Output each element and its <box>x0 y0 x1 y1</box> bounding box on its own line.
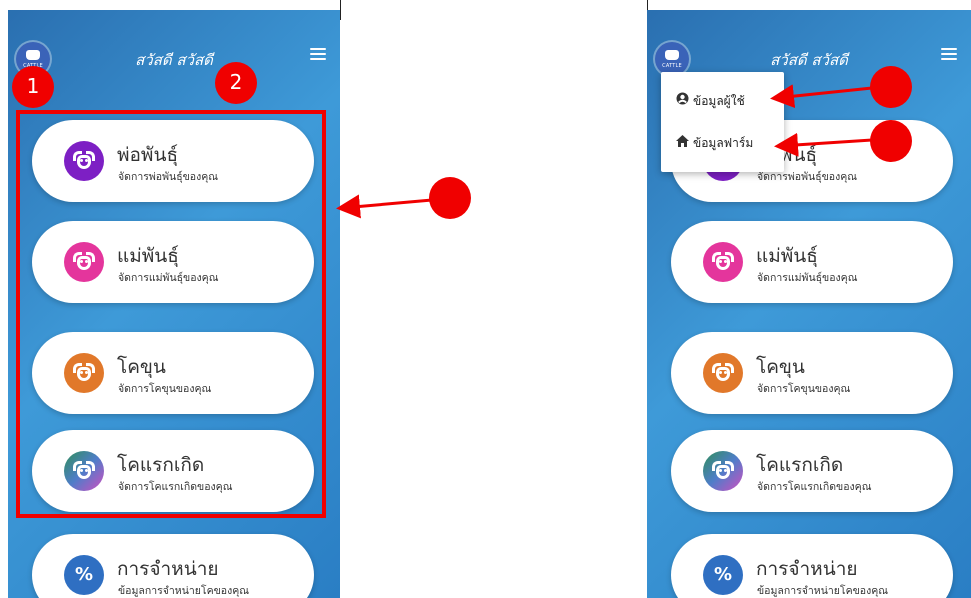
arrow-to-user-info <box>770 84 873 109</box>
annotation-arrows <box>336 84 873 219</box>
arrow-to-highlight <box>336 194 433 219</box>
arrow-to-farm-info <box>774 132 873 157</box>
